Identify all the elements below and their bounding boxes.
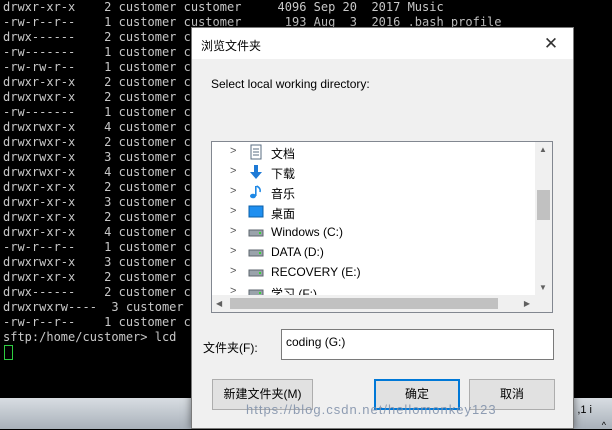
drive-icon: [248, 244, 264, 260]
scroll-right-icon[interactable]: ▶: [524, 299, 530, 308]
download-icon: [248, 164, 264, 180]
horizontal-scrollbar[interactable]: ◀ ▶: [212, 295, 552, 312]
desktop-icon: [248, 204, 264, 220]
dialog-prompt: Select local working directory:: [211, 77, 370, 91]
tree-item[interactable]: > RECOVERY (E:): [212, 262, 538, 282]
chevron-right-icon[interactable]: >: [230, 245, 236, 257]
vertical-scrollbar[interactable]: ▲ ▼: [535, 142, 552, 295]
drive-icon: [248, 264, 264, 280]
dialog-titlebar: 浏览文件夹 ✕: [192, 28, 573, 59]
tree-item[interactable]: > 桌面: [212, 202, 538, 222]
tree-item-label: 文档: [271, 147, 296, 161]
chevron-right-icon[interactable]: >: [230, 145, 236, 157]
chevron-right-icon[interactable]: >: [230, 265, 236, 277]
dialog-title: 浏览文件夹: [201, 39, 262, 53]
tree-item-label: 下载: [271, 167, 296, 181]
tree-item-label: 音乐: [271, 187, 296, 201]
close-button[interactable]: ✕: [529, 28, 573, 59]
terminal-cursor: [4, 345, 13, 360]
tree-item-label: Windows (C:): [271, 225, 344, 239]
tree-item-label: DATA (D:): [271, 245, 324, 259]
horizontal-scroll-thumb[interactable]: [230, 298, 498, 309]
vertical-scroll-thumb[interactable]: [537, 190, 550, 220]
document-icon: [248, 144, 264, 160]
tree-item[interactable]: > 文档: [212, 142, 538, 162]
drive-icon: [248, 224, 264, 240]
terminal-line: drwxr-xr-x 2 customer customer 4096 Sep …: [3, 0, 444, 14]
tree-item[interactable]: > Windows (C:): [212, 222, 538, 242]
tree-item[interactable]: > 下载: [212, 162, 538, 182]
tree-item[interactable]: > DATA (D:): [212, 242, 538, 262]
scroll-left-icon[interactable]: ◀: [216, 299, 222, 308]
folder-tree[interactable]: > 文档 > 下载 > 音乐 > 桌面 > Windows (C:) > DATA (D:) > RECO…: [211, 141, 553, 313]
watermark: https://blog.csdn.net/hellomonkey123: [246, 402, 497, 417]
folder-label: 文件夹(F):: [203, 341, 258, 355]
scroll-up-icon[interactable]: ▲: [539, 145, 547, 154]
taskbar-status: ,1 i: [577, 404, 592, 416]
tree-item-label: RECOVERY (E:): [271, 265, 361, 279]
chevron-right-icon[interactable]: >: [230, 225, 236, 237]
chevron-right-icon[interactable]: >: [230, 185, 236, 197]
scroll-down-icon[interactable]: ▼: [539, 283, 547, 292]
tree-item-label: 桌面: [271, 207, 296, 221]
folder-input[interactable]: coding (G:): [281, 329, 554, 360]
music-icon: [248, 184, 264, 200]
chevron-right-icon[interactable]: >: [230, 165, 236, 177]
chevron-right-icon[interactable]: >: [230, 205, 236, 217]
tree-item[interactable]: > 音乐: [212, 182, 538, 202]
browse-folder-dialog: 浏览文件夹 ✕ Select local working directory: …: [191, 27, 574, 429]
